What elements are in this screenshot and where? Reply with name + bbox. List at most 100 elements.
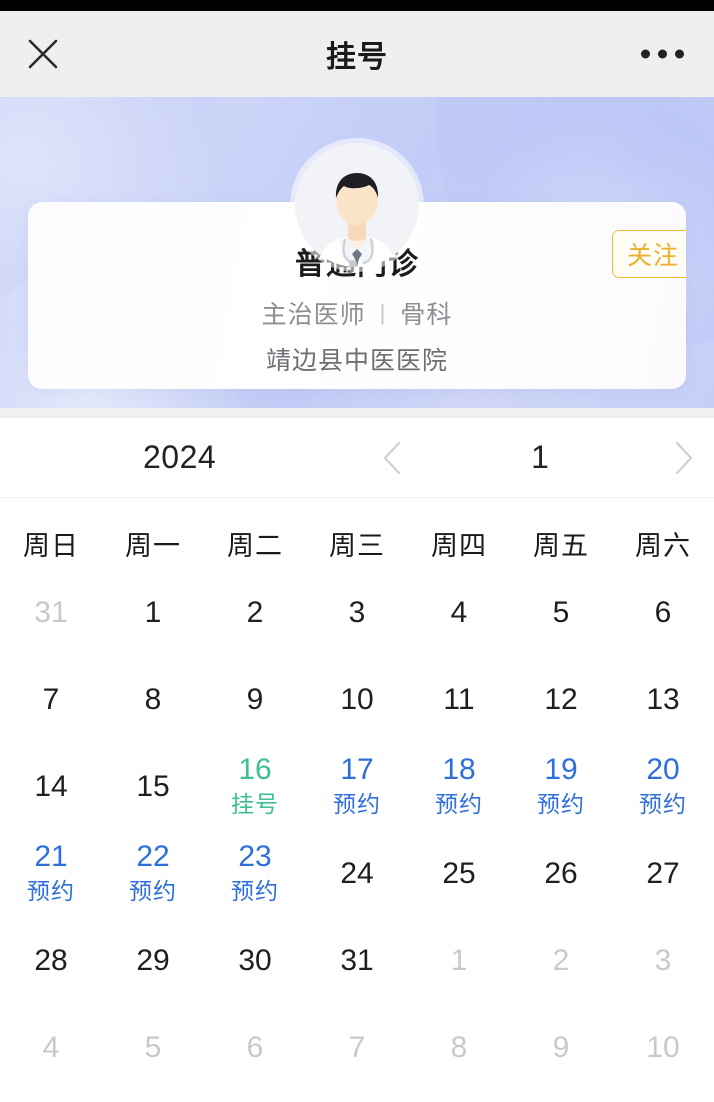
- day-number: 10: [646, 1030, 680, 1064]
- day-number: 8: [144, 682, 162, 716]
- app-screen: 挂号 普通门诊 主治医师 | 骨科 靖边县中医医院 关注: [0, 0, 714, 1102]
- day-number: 12: [544, 682, 578, 716]
- calendar-day-grid: 31 1 2 3 4 5 6 7 8 9 10 11 12 13 14 15 16 挂号 17 预约 18 预约 19 预约 2…: [0, 569, 714, 1091]
- day-number: 16: [238, 753, 272, 787]
- day-status-tag: 预约: [231, 877, 279, 904]
- chevron-left-icon[interactable]: [370, 435, 416, 481]
- calendar-day-cell[interactable]: 8: [102, 656, 204, 743]
- calendar-month: 1: [531, 439, 549, 475]
- day-number: 11: [443, 682, 475, 716]
- calendar-day-cell: 2: [510, 917, 612, 1004]
- day-number: 29: [136, 943, 170, 977]
- weekday-label-6: 周六: [635, 531, 691, 561]
- day-number: 7: [348, 1030, 366, 1064]
- day-number: 5: [144, 1030, 162, 1064]
- page-title: 挂号: [326, 41, 388, 74]
- calendar-day-cell[interactable]: 29: [102, 917, 204, 1004]
- day-number: 2: [246, 595, 264, 629]
- calendar-day-cell[interactable]: 31: [306, 917, 408, 1004]
- day-number: 18: [442, 753, 476, 787]
- doctor-avatar: [295, 143, 419, 267]
- day-number: 23: [238, 840, 272, 874]
- calendar-weekday-header: 周日 周一 周二 周三 周四 周五 周六: [0, 498, 714, 569]
- day-number: 19: [544, 753, 578, 787]
- day-number: 25: [442, 856, 476, 890]
- weekday-label-4: 周四: [431, 531, 487, 561]
- weekday-label-3: 周三: [329, 531, 385, 561]
- day-number: 13: [646, 682, 680, 716]
- day-number: 22: [136, 840, 170, 874]
- calendar-day-cell: 1: [408, 917, 510, 1004]
- calendar-day-cell[interactable]: 13: [612, 656, 714, 743]
- day-status-tag: 预约: [129, 877, 177, 904]
- calendar-day-cell[interactable]: 26: [510, 830, 612, 917]
- day-number: 7: [42, 682, 60, 716]
- day-number: 21: [34, 840, 68, 874]
- day-number: 10: [340, 682, 374, 716]
- calendar-day-cell[interactable]: 12: [510, 656, 612, 743]
- calendar-day-cell[interactable]: 19 预约: [510, 743, 612, 830]
- day-status-tag: 挂号: [231, 790, 279, 817]
- day-number: 31: [340, 943, 374, 977]
- calendar-day-cell[interactable]: 10: [306, 656, 408, 743]
- calendar-day-cell[interactable]: 28: [0, 917, 102, 1004]
- calendar-day-cell[interactable]: 2: [204, 569, 306, 656]
- calendar-day-cell[interactable]: 21 预约: [0, 830, 102, 917]
- calendar-day-cell[interactable]: 23 预约: [204, 830, 306, 917]
- calendar-day-cell[interactable]: 11: [408, 656, 510, 743]
- calendar-day-cell: 8: [408, 1004, 510, 1091]
- day-number: 28: [34, 943, 68, 977]
- calendar-day-cell[interactable]: 5: [510, 569, 612, 656]
- weekday-label-5: 周五: [533, 531, 589, 561]
- day-number: 1: [450, 943, 468, 977]
- calendar-nav: 2024 1: [0, 418, 714, 498]
- calendar-year: 2024: [143, 439, 217, 475]
- day-number: 4: [450, 595, 468, 629]
- calendar-day-cell[interactable]: 9: [204, 656, 306, 743]
- calendar-day-cell[interactable]: 20 预约: [612, 743, 714, 830]
- doctor-hero-banner: 普通门诊 主治医师 | 骨科 靖边县中医医院 关注: [0, 97, 714, 408]
- calendar-day-cell[interactable]: 24: [306, 830, 408, 917]
- day-number: 27: [646, 856, 680, 890]
- day-number: 6: [654, 595, 672, 629]
- calendar-day-cell[interactable]: 3: [306, 569, 408, 656]
- day-number: 9: [246, 682, 264, 716]
- calendar-day-cell[interactable]: 6: [612, 569, 714, 656]
- day-number: 24: [340, 856, 374, 890]
- calendar-day-cell[interactable]: 30: [204, 917, 306, 1004]
- calendar-day-cell[interactable]: 22 预约: [102, 830, 204, 917]
- calendar-day-cell[interactable]: 25: [408, 830, 510, 917]
- calendar-day-cell: 10: [612, 1004, 714, 1091]
- day-status-tag: 预约: [333, 790, 381, 817]
- close-icon[interactable]: [22, 33, 64, 75]
- calendar-day-cell[interactable]: 15: [102, 743, 204, 830]
- calendar-day-cell[interactable]: 17 预约: [306, 743, 408, 830]
- day-number: 9: [552, 1030, 570, 1064]
- calendar-day-cell: 3: [612, 917, 714, 1004]
- weekday-label-1: 周一: [125, 531, 181, 561]
- calendar-day-cell[interactable]: 18 预约: [408, 743, 510, 830]
- doctor-avatar-illustration: [295, 143, 419, 267]
- day-number: 3: [348, 595, 366, 629]
- doctor-department: 骨科: [400, 301, 453, 329]
- day-number: 4: [42, 1030, 60, 1064]
- calendar-day-cell[interactable]: 7: [0, 656, 102, 743]
- calendar-day-cell[interactable]: 14: [0, 743, 102, 830]
- calendar-day-cell[interactable]: 4: [408, 569, 510, 656]
- weekday-label-0: 周日: [23, 531, 79, 561]
- day-number: 17: [340, 753, 374, 787]
- calendar-day-cell[interactable]: 16 挂号: [204, 743, 306, 830]
- day-number: 26: [544, 856, 578, 890]
- chevron-right-icon[interactable]: [660, 435, 706, 481]
- calendar-day-cell[interactable]: 1: [102, 569, 204, 656]
- calendar-day-cell: 31: [0, 569, 102, 656]
- calendar-day-cell: 5: [102, 1004, 204, 1091]
- weekday-label-2: 周二: [227, 531, 283, 561]
- calendar-day-cell[interactable]: 27: [612, 830, 714, 917]
- more-dots-icon[interactable]: [641, 49, 684, 59]
- day-number: 14: [34, 769, 68, 803]
- navigation-bar: 挂号: [0, 11, 714, 97]
- section-divider: [0, 408, 714, 418]
- day-number: 20: [646, 753, 680, 787]
- follow-button[interactable]: 关注: [611, 230, 686, 278]
